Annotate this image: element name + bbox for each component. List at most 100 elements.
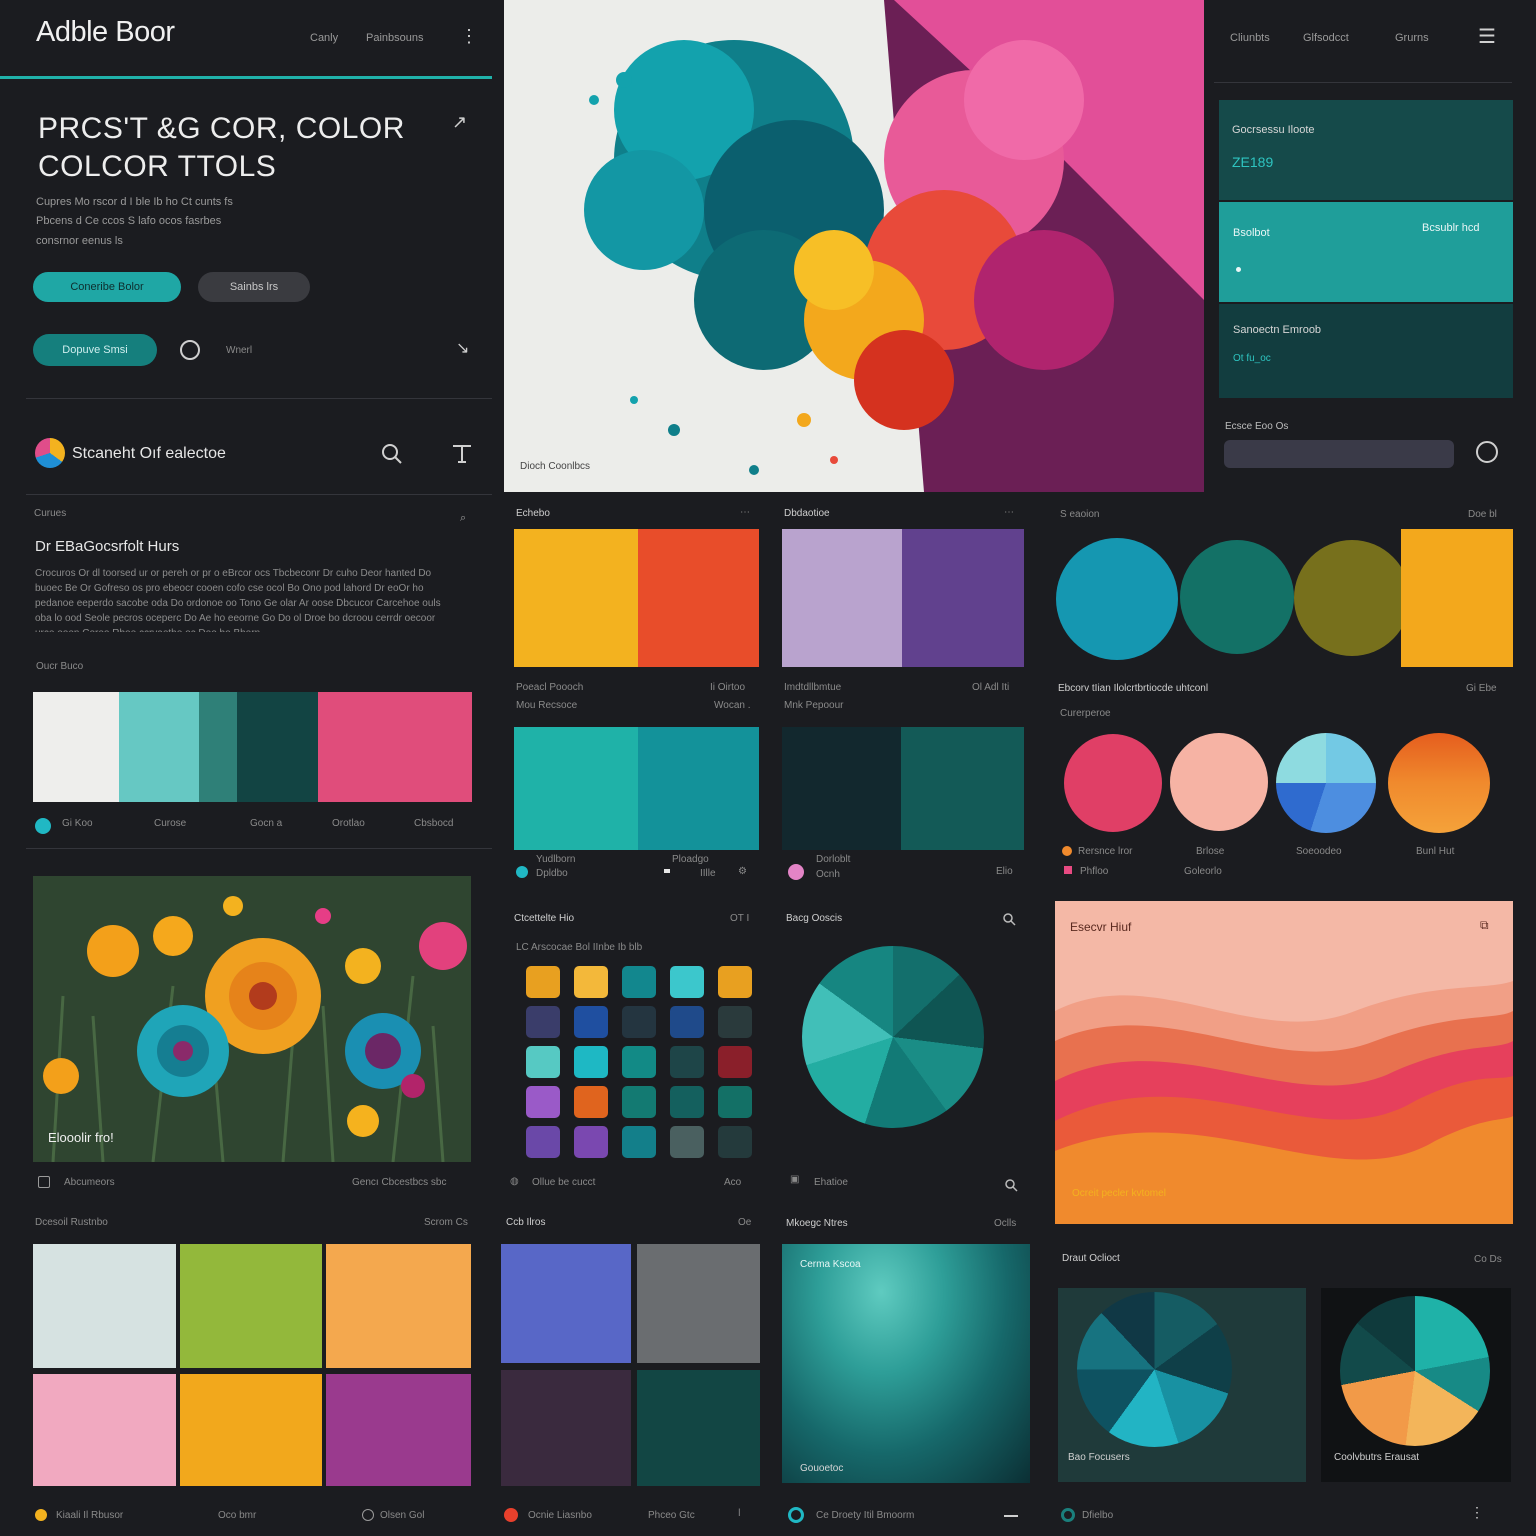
grid-swatch-magenta[interactable] (326, 1374, 471, 1486)
grid-swatch-orange[interactable] (326, 1244, 471, 1368)
palette2-purple[interactable] (902, 529, 1024, 667)
wave-panel-expand-icon[interactable]: ⧉ (1480, 918, 1489, 933)
arrow-down-right-icon[interactable]: ↘ (456, 338, 469, 358)
palette1-red[interactable] (638, 529, 759, 667)
external-link-icon[interactable]: ↗ (452, 112, 467, 133)
filter-icon[interactable] (450, 442, 474, 466)
article-search-icon[interactable]: ⌕ (460, 512, 466, 525)
bottom-mid-swatch-plum[interactable] (501, 1370, 631, 1486)
color-tile[interactable] (574, 966, 608, 998)
color-tile[interactable] (670, 966, 704, 998)
circle-blue-pie[interactable] (1276, 733, 1376, 833)
pie-panel-calendar-icon[interactable]: ▣ (790, 1174, 799, 1185)
texture-image[interactable] (782, 1244, 1030, 1483)
color-tile[interactable] (526, 1046, 560, 1078)
checkbox[interactable] (38, 1176, 50, 1188)
sidebar-input[interactable] (1224, 440, 1454, 468)
hamburger-menu-icon[interactable]: ☰ (1478, 24, 1496, 49)
photo-footer-left: Abcumeors (64, 1177, 115, 1188)
palette-swatch-white[interactable] (33, 692, 119, 802)
circle-cyan[interactable] (1056, 538, 1178, 660)
color-tile[interactable] (526, 1006, 560, 1038)
sidebar-card-2[interactable] (1219, 202, 1513, 302)
bottom-mid-swatch-grey[interactable] (637, 1244, 760, 1363)
palette-swatch-dark-teal[interactable] (237, 692, 318, 802)
color-tile[interactable] (670, 1086, 704, 1118)
palette1-yellow[interactable] (514, 529, 638, 667)
palette1-more-icon[interactable]: ⋯ (740, 507, 750, 518)
color-tile[interactable] (526, 1086, 560, 1118)
color-tile[interactable] (670, 1046, 704, 1078)
color-tile[interactable] (622, 1126, 656, 1158)
palette4-teal-dark[interactable] (901, 727, 1024, 850)
flower-photo[interactable] (33, 876, 471, 1162)
teal-pie-chart[interactable] (802, 946, 984, 1128)
color-tile[interactable] (622, 1006, 656, 1038)
bottom-mid-swatch-blue[interactable] (501, 1244, 631, 1363)
color-tile[interactable] (718, 966, 752, 998)
primary-button[interactable]: Coneribe Bolor (33, 272, 181, 302)
palette4-navy[interactable] (782, 727, 901, 850)
tertiary-button[interactable]: Dopuve Smsi (33, 334, 157, 366)
color-tile[interactable] (622, 1086, 656, 1118)
secondary-button[interactable]: Sainbs lrs (198, 272, 310, 302)
color-tile[interactable] (670, 1006, 704, 1038)
wave-panel[interactable] (1055, 901, 1513, 1224)
color-tile[interactable] (622, 966, 656, 998)
circle-teal[interactable] (1180, 540, 1294, 654)
right-nav-item-2[interactable]: Glfsodcct (1303, 32, 1349, 44)
pie-panel-search-icon[interactable] (1002, 912, 1016, 926)
circle-peach[interactable] (1170, 733, 1268, 831)
grid-swatch-green[interactable] (180, 1244, 322, 1368)
palette-swatch-pink[interactable] (318, 692, 472, 802)
circle-orange[interactable] (1388, 733, 1490, 833)
circle-olive[interactable] (1294, 540, 1410, 656)
sidebar-card-1[interactable] (1219, 100, 1513, 200)
bottom-mid-swatch-deep-teal[interactable] (637, 1370, 760, 1486)
palette3-teal[interactable] (638, 727, 759, 850)
right-nav-item-3[interactable]: Grurns (1395, 32, 1429, 44)
color-tile[interactable] (670, 1126, 704, 1158)
search-icon[interactable] (380, 442, 404, 466)
palette3-settings-icon[interactable]: ⚙ (738, 866, 747, 877)
palette3-teal-light[interactable] (514, 727, 638, 850)
kebab-menu-icon[interactable]: ⋮ (460, 26, 478, 47)
color-tile[interactable] (718, 1006, 752, 1038)
pie-panel-footer-search-icon[interactable] (1004, 1178, 1018, 1192)
circle-pink[interactable] (1064, 734, 1162, 832)
sidebar-card-3[interactable] (1219, 304, 1513, 398)
palette-swatch-aqua[interactable] (119, 692, 199, 802)
color-tile[interactable] (574, 1086, 608, 1118)
pie-chart-2[interactable] (1340, 1296, 1490, 1446)
sidebar-radio[interactable] (1476, 441, 1498, 463)
tiles-paint-icon[interactable]: ◍ (510, 1176, 519, 1187)
right-nav-item-1[interactable]: Cliunbts (1230, 32, 1270, 44)
grid-swatch-light[interactable] (33, 1244, 176, 1368)
color-tile[interactable] (526, 1126, 560, 1158)
color-tile[interactable] (718, 1046, 752, 1078)
pie-chart-1[interactable] (1077, 1292, 1232, 1447)
color-tile[interactable] (718, 1126, 752, 1158)
nav-item-painbsouns[interactable]: Painbsouns (366, 32, 424, 44)
grid-swatch-pink[interactable] (33, 1374, 176, 1486)
color-tile[interactable] (574, 1126, 608, 1158)
wave-panel-title: Esecvr Hiuf (1070, 920, 1132, 934)
palette2-lilac[interactable] (782, 529, 902, 667)
circles-swatch-yellow[interactable] (1401, 529, 1513, 667)
color-splash-image[interactable] (504, 0, 1204, 492)
color-tile[interactable] (574, 1006, 608, 1038)
nav-item-canly[interactable]: Canly (310, 32, 338, 44)
grid-swatch-yellow[interactable] (180, 1374, 322, 1486)
bottom-mid-footer-mid: Phceo Gtc (648, 1510, 695, 1521)
palette2-more-icon[interactable]: ⋯ (1004, 507, 1014, 518)
bottom-right-more-icon[interactable]: ⋮ (1470, 1504, 1484, 1521)
color-tile[interactable] (574, 1046, 608, 1078)
color-tile[interactable] (622, 1046, 656, 1078)
palette-swatch-teal[interactable] (199, 692, 237, 802)
color-tile[interactable] (718, 1086, 752, 1118)
footer-radio[interactable] (362, 1509, 374, 1521)
sidebar-card1-value: ZE189 (1232, 154, 1274, 170)
bottom-mid-info-icon[interactable]: ǀ (738, 1508, 741, 1519)
radio-button[interactable] (180, 340, 200, 360)
color-tile[interactable] (526, 966, 560, 998)
